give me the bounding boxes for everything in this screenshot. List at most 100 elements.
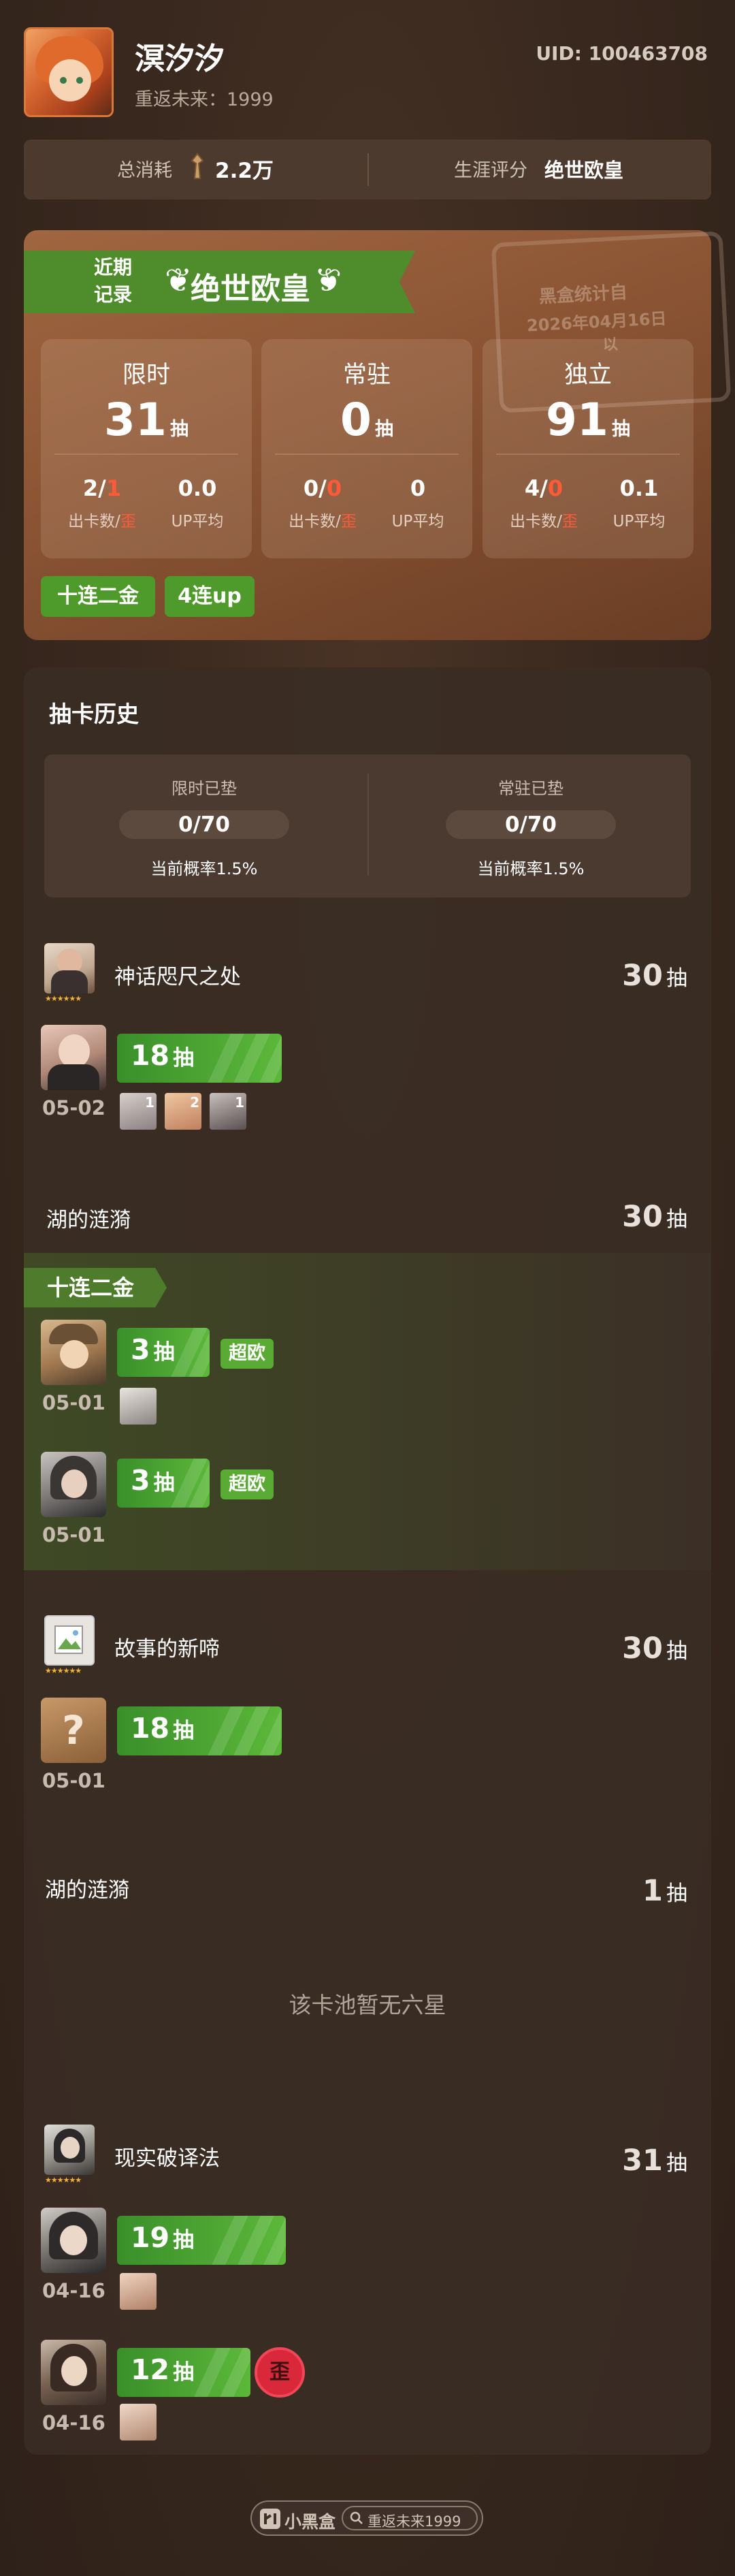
mode-pull-count: 91 xyxy=(546,394,608,446)
stamp-line2: 2026年04月16日 xyxy=(526,308,668,336)
pity-limited-rate: 当前概率1.5% xyxy=(150,859,258,878)
pool-count: 31 xyxy=(622,2144,663,2178)
pull-date: 04-16 xyxy=(42,2411,105,2434)
laurel-right-icon: ❦ xyxy=(314,261,342,300)
mini-avatar: 1 xyxy=(210,1093,246,1130)
pity-standard-label: 常驻已垫 xyxy=(498,779,564,798)
pool-unit: 抽 xyxy=(666,966,687,991)
pool-count: 30 xyxy=(622,959,663,993)
pool-unit: 抽 xyxy=(666,1639,687,1664)
pull-count-label: 3 抽 xyxy=(131,1464,175,1497)
pull-unit: 抽 xyxy=(173,1719,195,1743)
footer-search-box[interactable]: 重返未来1999 xyxy=(342,2506,478,2530)
pull-number: 3 xyxy=(131,1333,150,1366)
character-avatar[interactable] xyxy=(41,2340,106,2405)
server-label: 重返未来：1999 xyxy=(135,89,274,110)
mini-avatar xyxy=(120,2273,157,2310)
pull-unit: 抽 xyxy=(173,1046,195,1070)
character-avatar[interactable] xyxy=(41,1320,106,1385)
pull-count-bar: 19 抽 xyxy=(117,2216,286,2265)
gold-off-label: 出卡数/歪 xyxy=(275,508,370,531)
mode-pulls: 0 抽 xyxy=(261,394,472,446)
pool-banner-icon[interactable] xyxy=(44,2125,95,2175)
search-icon xyxy=(350,2511,363,2525)
stamp-line1: 黑盒统计自 xyxy=(538,282,628,308)
pull-count-label: 12 抽 xyxy=(131,2353,194,2386)
mode-card-standard: 常驻 0 抽 0/0 出卡数/歪 0 UP平均 xyxy=(261,339,472,558)
pull-number: 12 xyxy=(131,2353,170,2386)
pool-banner-icon[interactable] xyxy=(44,943,95,993)
pull-number: 18 xyxy=(131,1039,170,1072)
off-count: 0 xyxy=(547,475,564,501)
gold-count: 4 xyxy=(524,475,540,501)
gold-label: 出卡数/ xyxy=(510,513,562,530)
pull-count-label: 3 抽 xyxy=(131,1333,175,1366)
up-avg-label: UP平均 xyxy=(171,513,224,530)
footer-search-text: 重返未来1999 xyxy=(368,2513,461,2530)
pool-name: 神话咫尺之处 xyxy=(114,965,241,989)
player-avatar[interactable] xyxy=(24,27,114,117)
pull-number: 19 xyxy=(131,2221,170,2254)
pull-date: 05-01 xyxy=(42,1391,105,1414)
gold-count: 2 xyxy=(82,475,99,501)
gold-label: 出卡数/ xyxy=(289,513,341,530)
rarity-stars: ★★★★★★ xyxy=(45,1666,82,1675)
ribbon-record-label: 记录 xyxy=(94,283,133,306)
up-avg-label: UP平均 xyxy=(391,513,444,530)
unknown-character-icon[interactable]: ? xyxy=(41,1698,106,1763)
off-count: 0 xyxy=(326,475,342,501)
gold-count: 0 xyxy=(303,475,319,501)
character-avatar[interactable] xyxy=(41,2208,106,2273)
pool-total: 30 抽 xyxy=(622,1632,687,1666)
pool-count: 30 xyxy=(622,1632,663,1666)
mode-pulls: 91 抽 xyxy=(483,394,693,446)
pull-count-bar: 18 抽 xyxy=(117,1706,282,1755)
mode-pull-unit: 抽 xyxy=(375,419,394,440)
pool-name: 现实破译法 xyxy=(114,2146,220,2171)
mode-title: 独立 xyxy=(564,362,612,389)
off-label: 歪 xyxy=(120,513,136,530)
pool-total: 30 抽 xyxy=(622,959,687,993)
pull-count-label: 18 抽 xyxy=(131,1712,194,1745)
mode-pull-unit: 抽 xyxy=(611,419,630,440)
rarity-stars: ★★★★★★ xyxy=(45,2176,82,2184)
pull-count-bar: 3 抽 xyxy=(117,1328,210,1377)
mode-card-limited: 限时 31 抽 2/1 出卡数/歪 0.0 UP平均 xyxy=(41,339,252,558)
currency-icon xyxy=(189,153,206,180)
mode-pulls: 31 抽 xyxy=(41,394,252,446)
up-avg-value: 0.1 xyxy=(619,475,659,501)
tag-ten-pull-double-gold: 十连二金 xyxy=(41,576,155,617)
heybox-logo-text: 小黑盒 xyxy=(284,2512,336,2532)
pity-standard-rate: 当前概率1.5% xyxy=(477,859,585,878)
heybox-logo-icon xyxy=(260,2509,280,2529)
pool-name: 故事的新啼 xyxy=(114,1637,220,1661)
pool-unit: 抽 xyxy=(666,2151,687,2176)
mini-count: 2 xyxy=(190,1094,199,1111)
pool-total: 1 抽 xyxy=(642,1874,687,1908)
pity-box: 限时已垫 0/70 当前概率1.5% 常驻已垫 0/70 当前概率1.5% xyxy=(44,754,691,897)
broken-image-icon[interactable] xyxy=(44,1615,95,1666)
pity-limited-value: 0/70 xyxy=(119,810,289,839)
pool-count: 30 xyxy=(622,1200,663,1234)
gold-off-label: 出卡数/歪 xyxy=(496,508,591,531)
total-cost-label: 总消耗 xyxy=(117,160,172,181)
pull-number: 18 xyxy=(131,1712,170,1745)
mini-avatar: 1 xyxy=(120,1093,157,1130)
up-avg-value: 0 xyxy=(410,475,426,501)
pool-total: 31 抽 xyxy=(622,2144,687,2178)
pull-unit: 抽 xyxy=(173,2360,195,2385)
character-avatar[interactable] xyxy=(41,1452,106,1517)
username: 溟汐汐 xyxy=(135,42,225,76)
mode-pull-count: 31 xyxy=(104,394,167,446)
pity-standard-value: 0/70 xyxy=(446,810,616,839)
laurel-left-icon: ❦ xyxy=(165,261,193,300)
pool-name: 湖的涟漪 xyxy=(45,1878,129,1903)
up-avg-value: 0.0 xyxy=(178,475,217,501)
pull-date: 05-02 xyxy=(42,1096,105,1119)
pull-unit: 抽 xyxy=(153,1471,175,1495)
mode-gold-off: 4/0 xyxy=(524,475,564,501)
super-lucky-badge: 超欧 xyxy=(220,1339,274,1369)
gold-label: 出卡数/ xyxy=(68,513,120,530)
super-lucky-badge: 超欧 xyxy=(220,1469,274,1499)
character-avatar[interactable] xyxy=(41,1025,106,1090)
